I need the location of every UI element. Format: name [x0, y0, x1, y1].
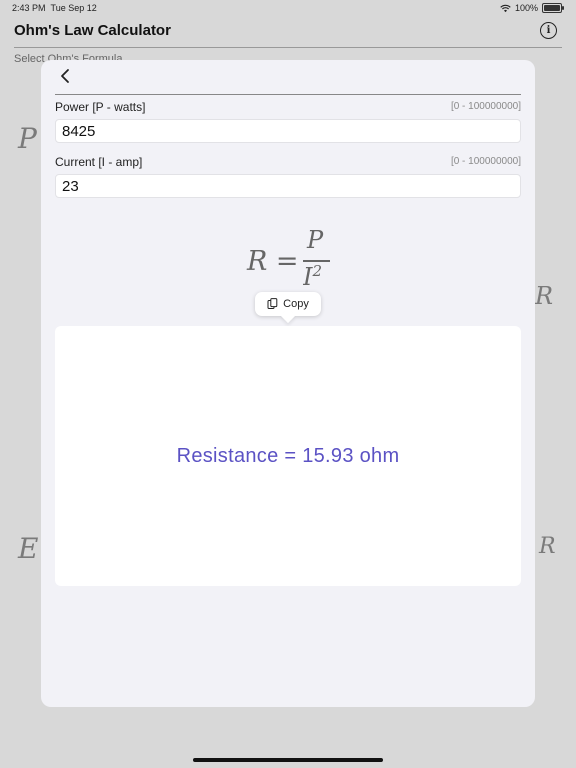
- formula-display: R = P I2: [241, 226, 341, 294]
- status-indicators: 100%: [500, 3, 564, 13]
- info-icon[interactable]: i: [540, 22, 557, 39]
- app-title: Ohm's Law Calculator: [14, 22, 171, 39]
- copy-label: Copy: [283, 298, 309, 310]
- nav-divider: [14, 47, 562, 48]
- calculator-sheet: Power [P - watts] [0 - 100000000] Curren…: [41, 60, 535, 707]
- copy-icon: [267, 298, 278, 309]
- formula-denominator: I2: [303, 262, 323, 291]
- resistance-result[interactable]: Resistance = 15.93 ohm: [177, 445, 400, 468]
- background-formula-r-bottom: R: [539, 534, 556, 559]
- result-card[interactable]: Resistance = 15.93 ohm: [55, 326, 521, 586]
- current-input[interactable]: [55, 174, 521, 198]
- power-range: [0 - 100000000]: [450, 101, 521, 112]
- formula-numerator: P: [307, 226, 324, 254]
- navigation-bar: Ohm's Law Calculator i: [0, 16, 576, 48]
- back-button[interactable]: [59, 68, 77, 88]
- current-range: [0 - 100000000]: [450, 156, 521, 167]
- current-label: Current [I - amp]: [55, 155, 143, 169]
- status-time-date: 2:43 PM Tue Sep 12: [12, 3, 97, 13]
- battery-percent: 100%: [514, 3, 538, 13]
- formula-lhs: R =: [247, 246, 299, 277]
- power-label: Power [P - watts]: [55, 100, 146, 114]
- home-indicator[interactable]: [193, 758, 383, 762]
- battery-icon: [542, 3, 564, 13]
- copy-menu-button[interactable]: Copy: [255, 292, 321, 316]
- power-input[interactable]: [55, 119, 521, 143]
- background-formula-e: E: [18, 532, 39, 565]
- status-bar: 2:43 PM Tue Sep 12 100%: [0, 0, 576, 16]
- sheet-divider: [55, 94, 521, 95]
- wifi-icon: [500, 4, 511, 12]
- background-formula-r: R: [535, 282, 554, 310]
- chevron-left-icon: [61, 69, 69, 83]
- background-formula-p: P: [18, 122, 37, 155]
